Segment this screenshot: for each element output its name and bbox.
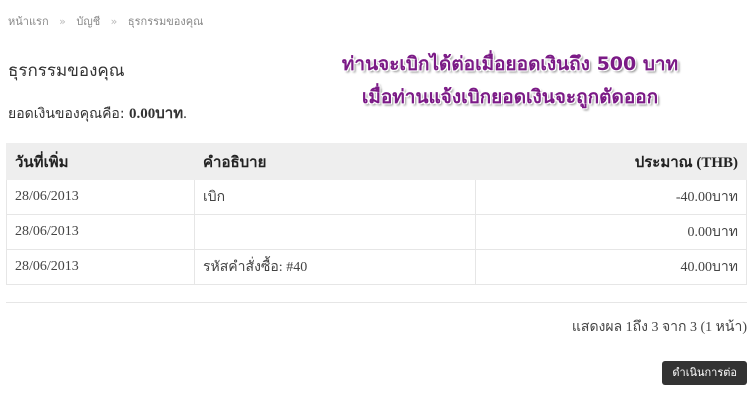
balance-label: ยอดเงินของคุณคือ: (8, 106, 130, 122)
cell-date: 28/06/2013 (6, 179, 195, 215)
withdrawal-notice: ท่านจะเบิกได้ต่อเมื่อยอดเงินถึง 500 บาท … (300, 48, 720, 114)
table-row: 28/06/2013 รหัสคำสั่งซื้อ: #40 40.00บาท (6, 249, 747, 285)
breadcrumb-transactions-link[interactable]: ธุรกรรมของคุณ (128, 15, 203, 28)
section-divider (6, 302, 747, 303)
breadcrumb-home-link[interactable]: หน้าแรก (8, 15, 49, 28)
column-header-amount: ประมาณ (THB) (475, 143, 747, 180)
cell-amount: 40.00บาท (475, 249, 747, 285)
table-row: 28/06/2013 0.00บาท (6, 214, 747, 250)
cell-description: เบิก (194, 179, 476, 215)
cell-date: 28/06/2013 (6, 214, 195, 250)
cell-date: 28/06/2013 (6, 249, 195, 285)
page-title: ธุรกรรมของคุณ (8, 61, 125, 81)
pagination-info: แสดงผล 1ถึง 3 จาก 3 (1 หน้า) (571, 320, 747, 335)
transactions-table: วันที่เพิ่ม คำอธิบาย ประมาณ (THB) 28/06/… (6, 143, 747, 285)
cell-amount: -40.00บาท (475, 179, 747, 215)
withdrawal-notice-line-1: ท่านจะเบิกได้ต่อเมื่อยอดเงินถึง 500 บาท (341, 53, 679, 75)
cell-description: รหัสคำสั่งซื้อ: #40 (194, 249, 476, 285)
balance-value: 0.00บาท (129, 106, 184, 122)
cell-description (194, 214, 476, 250)
breadcrumb-separator: » (110, 15, 118, 28)
balance-summary: ยอดเงินของคุณคือ: 0.00บาท. (8, 101, 187, 125)
cell-amount: 0.00บาท (475, 214, 747, 250)
table-row: 28/06/2013 เบิก -40.00บาท (6, 179, 747, 215)
breadcrumb-account-link[interactable]: บัญชี (76, 15, 100, 28)
continue-button[interactable]: ดำเนินการต่อ (662, 361, 747, 385)
column-header-date: วันที่เพิ่ม (6, 143, 195, 180)
breadcrumb: หน้าแรก » บัญชี » ธุรกรรมของคุณ (8, 12, 203, 30)
column-header-description: คำอธิบาย (194, 143, 476, 180)
table-header-row: วันที่เพิ่ม คำอธิบาย ประมาณ (THB) (6, 143, 747, 180)
withdrawal-notice-line-2: เมื่อท่านแจ้งเบิกยอดเงินจะถูกตัดออก (361, 86, 659, 108)
breadcrumb-separator: » (59, 15, 66, 28)
balance-suffix: . (183, 106, 187, 122)
